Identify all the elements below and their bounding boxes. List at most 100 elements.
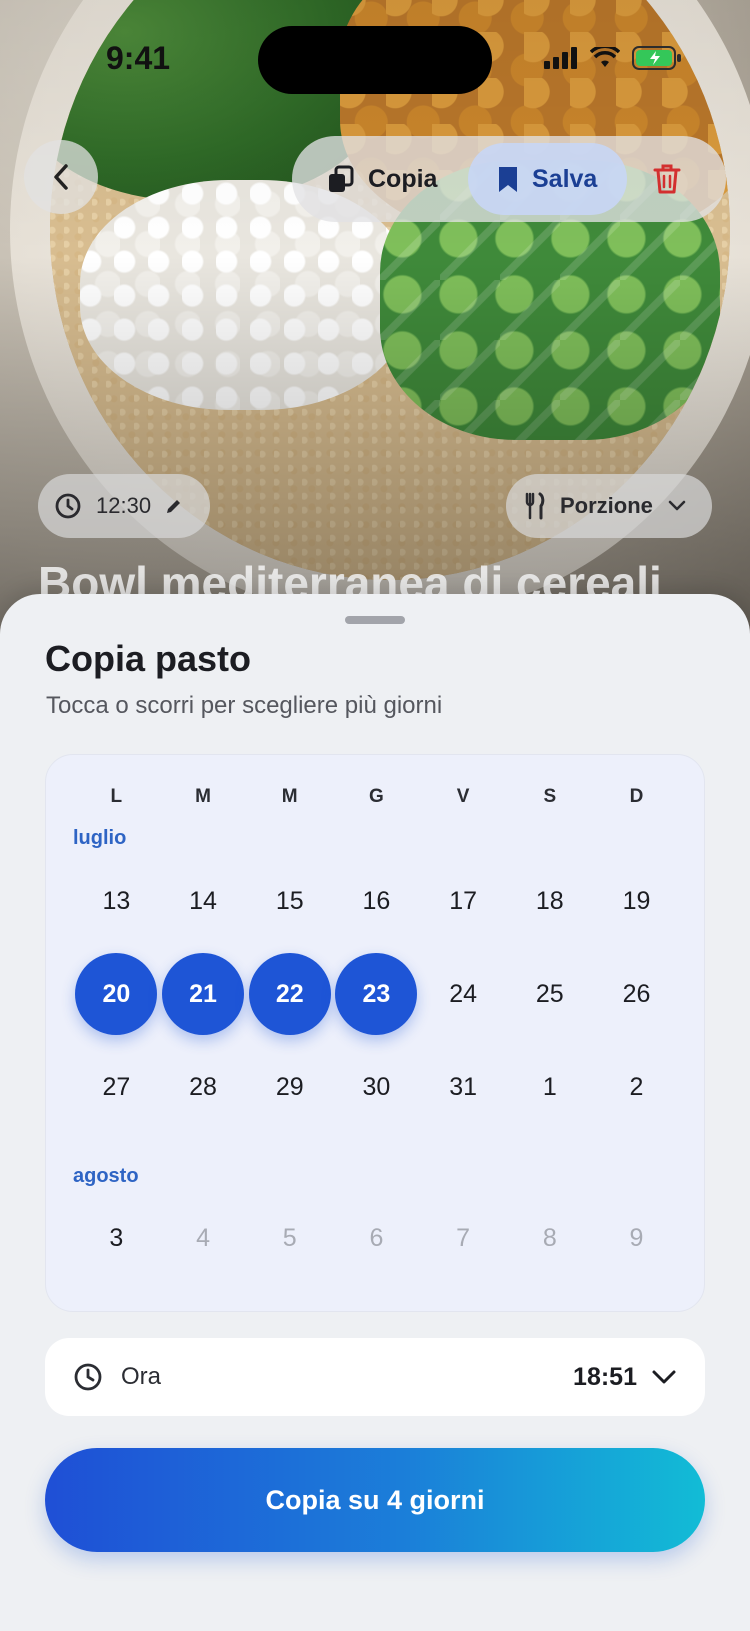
- weekday-label: M: [281, 786, 298, 807]
- day-1[interactable]: 1: [506, 1045, 593, 1129]
- day-2[interactable]: 2: [593, 1045, 680, 1129]
- day-18[interactable]: 18: [506, 859, 593, 943]
- day-number: 16: [362, 886, 391, 915]
- top-actions-bar: Copia Salva: [292, 136, 726, 222]
- time-label: Ora: [121, 1363, 162, 1390]
- signal-icon: [544, 47, 577, 69]
- meal-time: 12:30: [96, 493, 152, 518]
- day-number: 27: [102, 1072, 131, 1101]
- sheet-subtitle: Tocca o scorri per scegliere più giorni: [46, 692, 443, 719]
- day-number: 19: [622, 886, 651, 915]
- weekday-label: V: [456, 786, 470, 807]
- trash-icon: [653, 164, 681, 194]
- portion-selector[interactable]: Porzione: [506, 474, 712, 538]
- fork-knife-icon: [525, 492, 545, 520]
- save-button[interactable]: Salva: [468, 143, 628, 215]
- copy-to-days-button[interactable]: Copia su 4 giorni: [45, 1448, 705, 1552]
- day-26[interactable]: 26: [593, 952, 680, 1036]
- calendar-week: 3 4 5 6 7 8 9: [73, 1196, 680, 1280]
- save-label: Salva: [532, 164, 598, 193]
- meal-time-chip[interactable]: 12:30: [38, 474, 210, 538]
- battery-icon: [632, 46, 681, 70]
- day-5-disabled: 5: [246, 1196, 333, 1280]
- status-icons: [544, 46, 682, 70]
- day-number: 8: [542, 1223, 557, 1252]
- day-number: 2: [629, 1072, 644, 1101]
- dynamic-island: [258, 26, 492, 94]
- day-15[interactable]: 15: [246, 859, 333, 943]
- day-7-disabled: 7: [420, 1196, 507, 1280]
- day-8-disabled: 8: [506, 1196, 593, 1280]
- day-19[interactable]: 19: [593, 859, 680, 943]
- day-23-selected[interactable]: 23: [333, 952, 420, 1036]
- day-14[interactable]: 14: [160, 859, 247, 943]
- clock-icon: [74, 1363, 102, 1391]
- calendar-week: 13 14 15 16 17 18 19: [73, 859, 680, 943]
- day-number: 13: [102, 886, 131, 915]
- day-25[interactable]: 25: [506, 952, 593, 1036]
- day-number: 15: [275, 886, 304, 915]
- day-number: 25: [535, 979, 564, 1008]
- day-number: 9: [629, 1223, 644, 1252]
- delete-button[interactable]: [653, 143, 681, 215]
- day-number: 4: [196, 1223, 210, 1252]
- day-29[interactable]: 29: [246, 1045, 333, 1129]
- time-selector[interactable]: Ora 18:51: [45, 1338, 705, 1416]
- calendar-week: 20 21 22 23 24 25 26: [73, 952, 680, 1036]
- day-number: 7: [456, 1223, 471, 1252]
- chevron-down-icon: [668, 500, 686, 511]
- chevron-left-icon: [54, 164, 68, 190]
- calendar-week: 27 28 29 30 31 1 2: [73, 1045, 680, 1129]
- day-27[interactable]: 27: [73, 1045, 160, 1129]
- weekday-header: L M M G V S D: [73, 755, 680, 839]
- chevron-down-icon: [652, 1370, 676, 1384]
- day-number: 6: [369, 1223, 384, 1252]
- day-30[interactable]: 30: [333, 1045, 420, 1129]
- day-number: 30: [362, 1072, 391, 1101]
- weekday-label: D: [629, 786, 644, 807]
- day-number: 17: [449, 886, 477, 915]
- day-4-disabled: 4: [160, 1196, 247, 1280]
- copy-icon: [329, 165, 354, 192]
- bookmark-icon: [499, 167, 517, 192]
- day-number: 21: [162, 953, 245, 1035]
- portion-label: Porzione: [560, 493, 653, 518]
- day-16[interactable]: 16: [333, 859, 420, 943]
- month-label-july: luglio: [73, 827, 127, 849]
- day-3[interactable]: 3: [73, 1196, 160, 1280]
- day-number: 24: [449, 979, 477, 1008]
- pencil-icon: [167, 500, 181, 513]
- day-number: 5: [282, 1223, 297, 1252]
- day-20-selected[interactable]: 20: [73, 952, 160, 1036]
- day-number: 29: [275, 1072, 304, 1101]
- day-number: 18: [535, 886, 564, 915]
- copy-label: Copia: [368, 164, 438, 193]
- weekday-label: G: [369, 786, 384, 807]
- day-31[interactable]: 31: [420, 1045, 507, 1129]
- back-button[interactable]: [24, 140, 98, 214]
- day-17[interactable]: 17: [420, 859, 507, 943]
- weekday-label: M: [195, 786, 211, 807]
- copy-button[interactable]: Copia: [292, 143, 462, 215]
- weekday-label: S: [543, 786, 557, 807]
- day-number: 3: [109, 1223, 124, 1252]
- month-label-august: agosto: [73, 1165, 139, 1187]
- day-9-disabled: 9: [593, 1196, 680, 1280]
- day-6-disabled: 6: [333, 1196, 420, 1280]
- day-13[interactable]: 13: [73, 859, 160, 943]
- day-28[interactable]: 28: [160, 1045, 247, 1129]
- copy-to-days-label: Copia su 4 giorni: [265, 1484, 485, 1515]
- day-number: 22: [248, 953, 331, 1035]
- day-number: 1: [542, 1072, 557, 1101]
- day-24[interactable]: 24: [420, 952, 507, 1036]
- status-time: 9:41: [106, 40, 171, 76]
- day-number: 28: [189, 1072, 217, 1101]
- copy-meal-sheet: Copia pasto Tocca o scorri per scegliere…: [0, 594, 750, 1631]
- day-number: 26: [622, 979, 651, 1008]
- day-21-selected[interactable]: 21: [160, 952, 247, 1036]
- day-22-selected[interactable]: 22: [246, 952, 333, 1036]
- day-number: 23: [335, 953, 418, 1035]
- hero-shade: [0, 0, 750, 640]
- sheet-grabber[interactable]: [345, 616, 405, 624]
- clock-icon: [55, 493, 81, 519]
